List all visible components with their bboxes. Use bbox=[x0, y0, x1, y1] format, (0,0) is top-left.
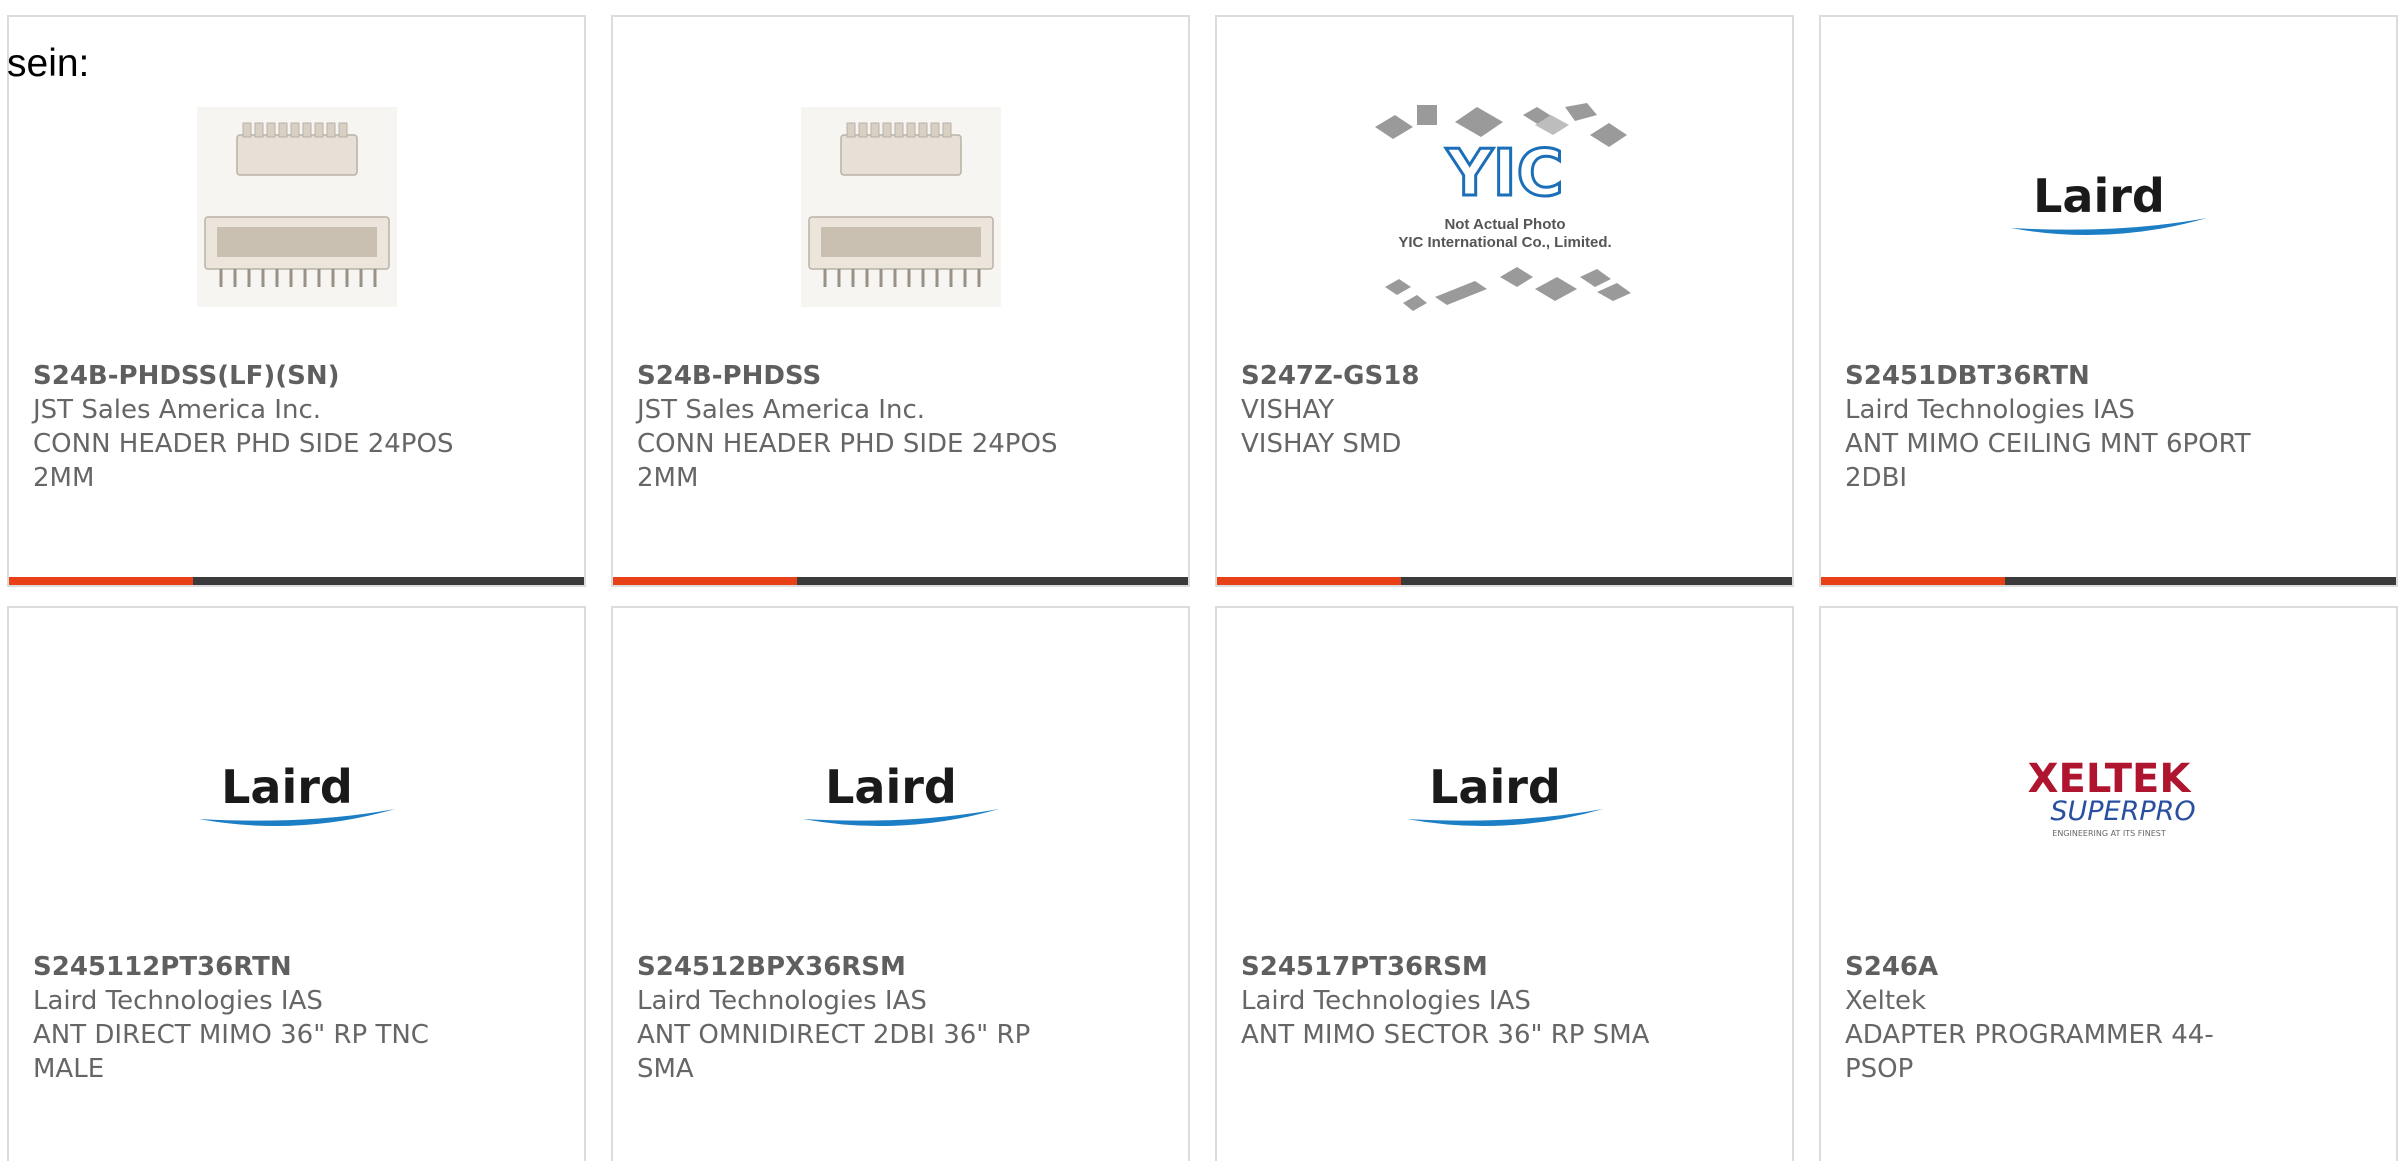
product-card[interactable]: Laird S24512BPX36RSM Laird Technologies … bbox=[611, 606, 1190, 1161]
product-image[interactable]: Laird bbox=[613, 648, 1188, 948]
xeltek-logo: XELTEK SUPERPRO ENGINEERING AT ITS FINES… bbox=[2027, 756, 2195, 838]
part-number[interactable]: S245112PT36RTN bbox=[33, 950, 463, 984]
description: ANT MIMO CEILING MNT 6PORT 2DBI bbox=[1845, 429, 2251, 493]
yic-placeholder-image: YIC Not Actual Photo YIC International C… bbox=[1374, 103, 1631, 311]
part-number[interactable]: S24B-PHDSS(LF)(SN) bbox=[33, 359, 463, 393]
yic-caption-line2: YIC International Co., Limited. bbox=[1398, 234, 1611, 251]
part-number[interactable]: S24B-PHDSS bbox=[637, 359, 1067, 393]
manufacturer: VISHAY bbox=[1241, 395, 1335, 425]
laird-logo-text: Laird bbox=[1429, 760, 1561, 814]
manufacturer: Xeltek bbox=[1845, 986, 1927, 1016]
yic-caption-line1: Not Actual Photo bbox=[1444, 216, 1565, 233]
description: VISHAY SMD bbox=[1241, 429, 1402, 459]
card-bar bbox=[9, 577, 584, 585]
part-number[interactable]: S247Z-GS18 bbox=[1241, 359, 1671, 393]
product-image[interactable]: XELTEK SUPERPRO ENGINEERING AT ITS FINES… bbox=[1821, 648, 2396, 948]
part-number[interactable]: S246A bbox=[1845, 950, 2275, 984]
manufacturer: JST Sales America Inc. bbox=[637, 395, 926, 425]
manufacturer: Laird Technologies IAS bbox=[1845, 395, 2135, 425]
product-card[interactable]: Laird S245112PT36RTN Laird Technologies … bbox=[7, 606, 586, 1161]
laird-logo-text: Laird bbox=[2033, 169, 2165, 223]
description: ANT MIMO SECTOR 36" RP SMA bbox=[1241, 1020, 1650, 1050]
product-card[interactable]: YIC Not Actual Photo YIC International C… bbox=[1215, 15, 1794, 587]
card-bar-accent bbox=[1217, 577, 1401, 585]
product-image[interactable]: Laird bbox=[1217, 648, 1792, 948]
product-card[interactable]: S24B-PHDSS(LF)(SN) JST Sales America Inc… bbox=[7, 15, 586, 587]
description: ANT OMNIDIRECT 2DBI 36" RP SMA bbox=[637, 1020, 1031, 1084]
laird-logo: Laird bbox=[802, 760, 999, 827]
description: CONN HEADER PHD SIDE 24POS 2MM bbox=[637, 429, 1058, 493]
laird-logo-text: Laird bbox=[825, 760, 957, 814]
product-image[interactable]: YIC Not Actual Photo YIC International C… bbox=[1217, 57, 1792, 357]
product-card[interactable]: S24B-PHDSS JST Sales America Inc. CONN H… bbox=[611, 15, 1190, 587]
card-bar bbox=[613, 577, 1188, 585]
intro-text: sein: bbox=[7, 42, 90, 85]
part-number[interactable]: S24517PT36RSM bbox=[1241, 950, 1671, 984]
connector-image bbox=[800, 107, 1001, 307]
part-number[interactable]: S2451DBT36RTN bbox=[1845, 359, 2275, 393]
manufacturer: Laird Technologies IAS bbox=[33, 986, 323, 1016]
xeltek-logo-bottom: SUPERPRO bbox=[2050, 796, 2195, 827]
card-bar-accent bbox=[1821, 577, 2005, 585]
part-number[interactable]: S24512BPX36RSM bbox=[637, 950, 1067, 984]
card-bar-accent bbox=[613, 577, 797, 585]
xeltek-tagline: ENGINEERING AT ITS FINEST bbox=[2052, 829, 2166, 838]
product-card[interactable]: Laird S2451DBT36RTN Laird Technologies I… bbox=[1819, 15, 2398, 587]
manufacturer: Laird Technologies IAS bbox=[637, 986, 927, 1016]
description: ANT DIRECT MIMO 36" RP TNC MALE bbox=[33, 1020, 429, 1084]
manufacturer: JST Sales America Inc. bbox=[33, 395, 322, 425]
product-card[interactable]: XELTEK SUPERPRO ENGINEERING AT ITS FINES… bbox=[1819, 606, 2398, 1161]
laird-logo: Laird bbox=[1406, 760, 1603, 827]
card-bar-accent bbox=[9, 577, 193, 585]
connector-image bbox=[196, 107, 397, 307]
description: CONN HEADER PHD SIDE 24POS 2MM bbox=[33, 429, 454, 493]
product-image[interactable] bbox=[9, 57, 584, 357]
description: ADAPTER PROGRAMMER 44-PSOP bbox=[1845, 1020, 2214, 1084]
product-image[interactable]: Laird bbox=[1821, 57, 2396, 357]
laird-logo: Laird bbox=[2010, 169, 2207, 236]
card-bar bbox=[1821, 577, 2396, 585]
product-image[interactable] bbox=[613, 57, 1188, 357]
manufacturer: Laird Technologies IAS bbox=[1241, 986, 1531, 1016]
card-bar bbox=[1217, 577, 1792, 585]
product-card[interactable]: Laird S24517PT36RSM Laird Technologies I… bbox=[1215, 606, 1794, 1161]
laird-logo-text: Laird bbox=[221, 760, 353, 814]
product-image[interactable]: Laird bbox=[9, 648, 584, 948]
product-grid-page: sein: S24B-PHDSS(LF)(SN) JST Sales Ameri… bbox=[0, 0, 2400, 1161]
yic-logo-text: YIC bbox=[1445, 137, 1563, 211]
laird-logo: Laird bbox=[198, 760, 395, 827]
